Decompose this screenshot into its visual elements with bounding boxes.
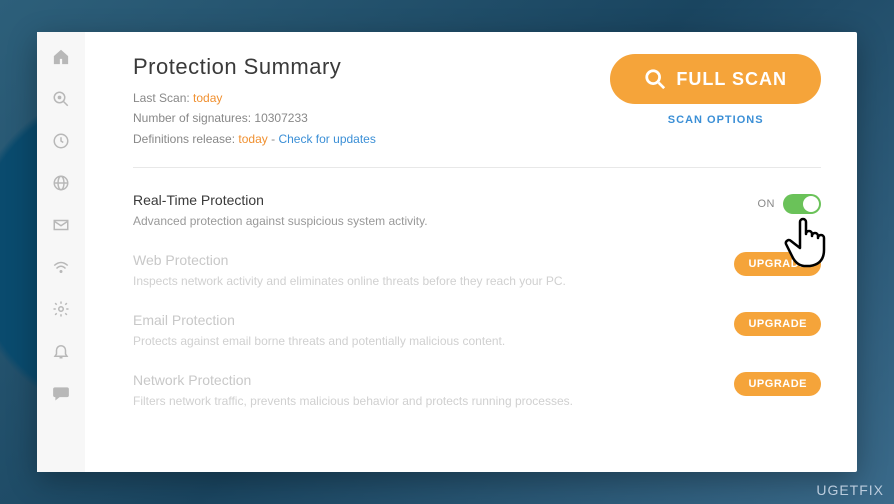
- realtime-toggle[interactable]: [783, 194, 821, 214]
- web-title: Web Protection: [133, 252, 694, 268]
- web-upgrade-button[interactable]: UPGRADE: [734, 252, 821, 276]
- wifi-icon[interactable]: [51, 257, 71, 277]
- definitions-row: Definitions release: today - Check for u…: [133, 129, 610, 149]
- watermark: UGETFIX: [816, 482, 884, 498]
- divider: [133, 167, 821, 168]
- last-scan-value: today: [193, 91, 222, 105]
- main-content: Protection Summary Last Scan: today Numb…: [85, 32, 857, 472]
- scan-options-link[interactable]: SCAN OPTIONS: [668, 114, 764, 126]
- globe-icon[interactable]: [51, 173, 71, 193]
- full-scan-button[interactable]: FULL SCAN: [610, 54, 821, 104]
- search-icon: [644, 68, 666, 90]
- header-info: Protection Summary Last Scan: today Numb…: [133, 54, 610, 149]
- mail-icon[interactable]: [51, 215, 71, 235]
- gear-icon[interactable]: [51, 299, 71, 319]
- email-upgrade-button[interactable]: UPGRADE: [734, 312, 821, 336]
- network-desc: Filters network traffic, prevents malici…: [133, 392, 694, 410]
- history-icon[interactable]: [51, 131, 71, 151]
- page-title: Protection Summary: [133, 54, 610, 80]
- chat-icon[interactable]: [51, 383, 71, 403]
- section-realtime: Real-Time Protection Advanced protection…: [133, 178, 821, 238]
- section-network: Network Protection Filters network traff…: [133, 358, 821, 418]
- realtime-desc: Advanced protection against suspicious s…: [133, 212, 718, 230]
- realtime-title: Real-Time Protection: [133, 192, 718, 208]
- email-title: Email Protection: [133, 312, 694, 328]
- email-desc: Protects against email borne threats and…: [133, 332, 694, 350]
- network-upgrade-button[interactable]: UPGRADE: [734, 372, 821, 396]
- bell-icon[interactable]: [51, 341, 71, 361]
- signatures-row: Number of signatures: 10307233: [133, 108, 610, 128]
- home-icon[interactable]: [51, 47, 71, 67]
- realtime-toggle-wrap: ON: [758, 194, 822, 214]
- network-title: Network Protection: [133, 372, 694, 388]
- signatures-value: 10307233: [254, 111, 307, 125]
- section-web: Web Protection Inspects network activity…: [133, 238, 821, 298]
- header-actions: FULL SCAN SCAN OPTIONS: [610, 54, 821, 126]
- web-desc: Inspects network activity and eliminates…: [133, 272, 694, 290]
- definitions-value: today: [238, 132, 267, 146]
- toggle-state-label: ON: [758, 198, 776, 210]
- meta-block: Last Scan: today Number of signatures: 1…: [133, 88, 610, 149]
- search-icon[interactable]: [51, 89, 71, 109]
- header: Protection Summary Last Scan: today Numb…: [133, 54, 821, 149]
- last-scan-row: Last Scan: today: [133, 88, 610, 108]
- app-window: Protection Summary Last Scan: today Numb…: [37, 32, 857, 472]
- sidebar: [37, 32, 85, 472]
- check-updates-link[interactable]: Check for updates: [278, 132, 375, 146]
- section-email: Email Protection Protects against email …: [133, 298, 821, 358]
